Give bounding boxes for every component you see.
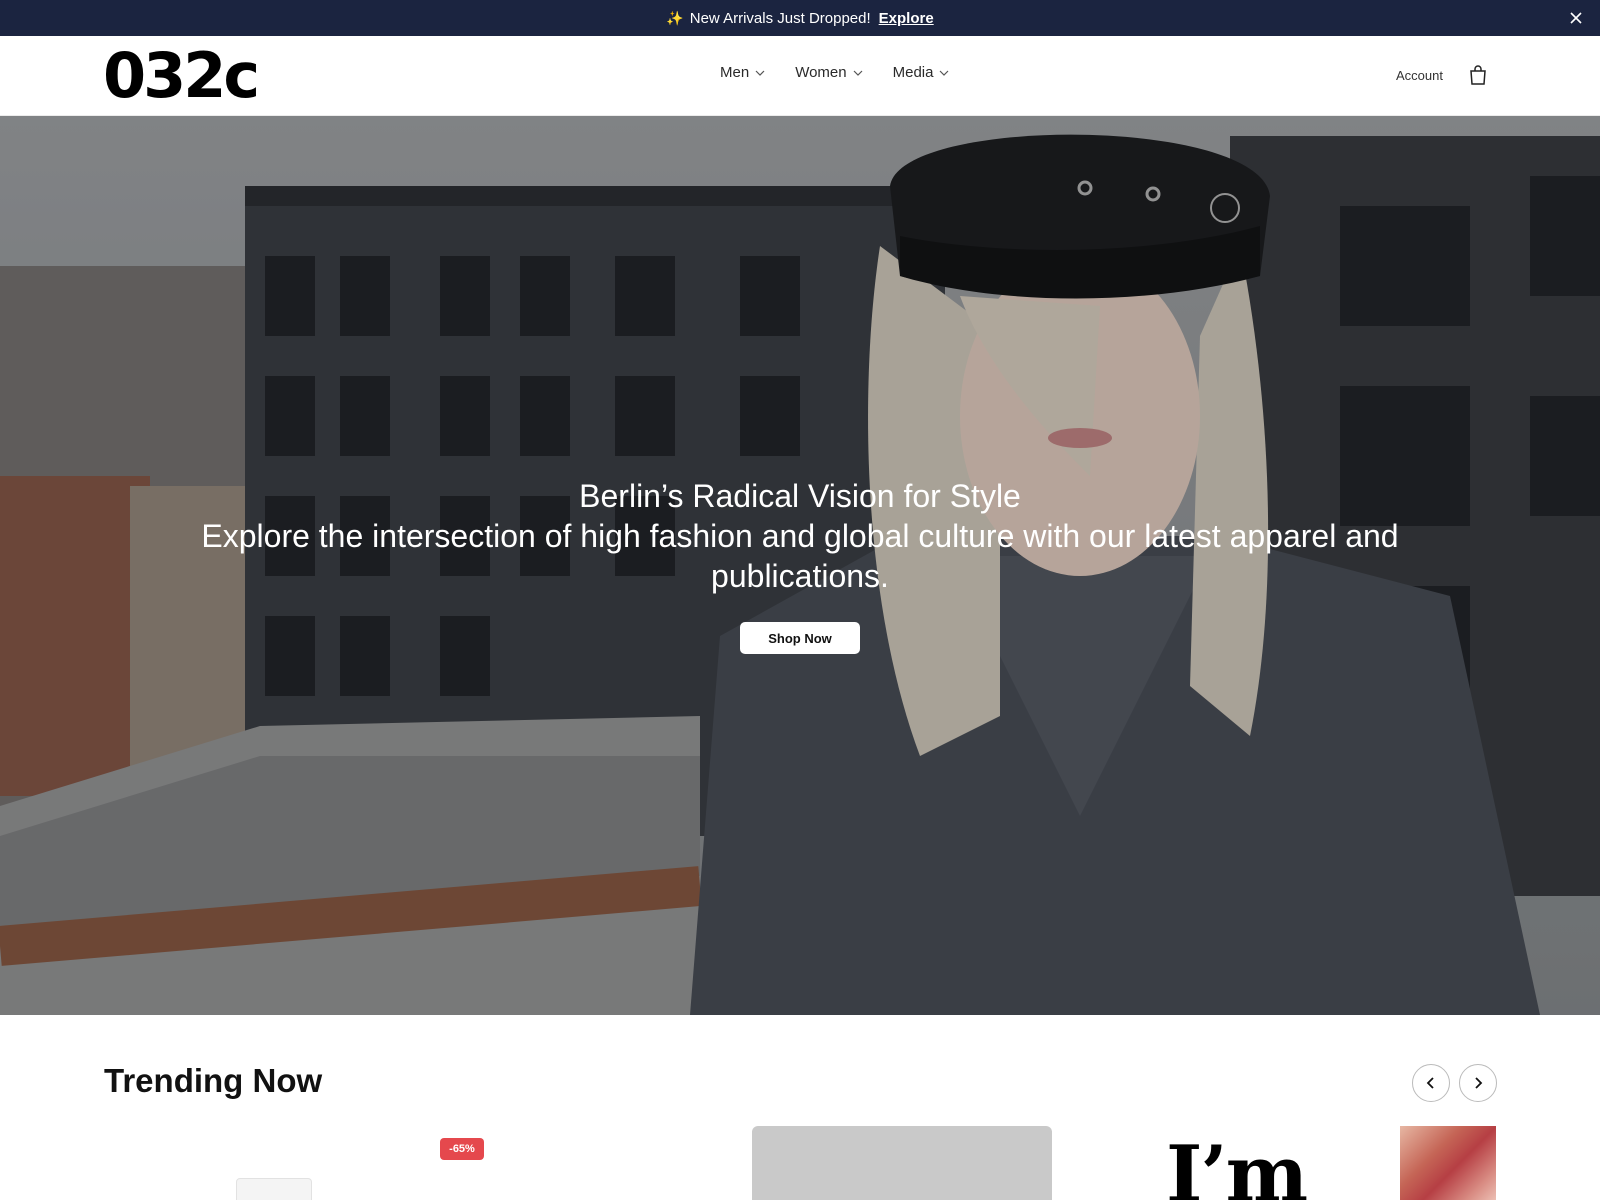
account-link[interactable]: Account xyxy=(1396,68,1443,83)
carousel-prev-button[interactable] xyxy=(1412,1064,1450,1102)
product-card[interactable] xyxy=(1400,1126,1496,1200)
product-carousel: -65% I’m xyxy=(104,1126,1496,1200)
product-image xyxy=(1400,1126,1496,1200)
product-card[interactable] xyxy=(752,1126,1052,1200)
chevron-right-icon xyxy=(1475,1077,1483,1089)
section-title: Trending Now xyxy=(104,1062,323,1099)
hero-subtitle: Explore the intersection of high fashion… xyxy=(201,518,1399,594)
shopping-bag-icon[interactable] xyxy=(1468,64,1488,86)
sparkle-icon: ✨ xyxy=(666,9,684,26)
product-image xyxy=(236,1178,312,1200)
close-icon[interactable] xyxy=(1566,8,1586,28)
main-nav: Men Women Media xyxy=(720,64,949,81)
nav-item-men[interactable]: Men xyxy=(720,64,765,81)
announcement-bar: ✨ New Arrivals Just Dropped! Explore xyxy=(0,0,1600,36)
chevron-left-icon xyxy=(1426,1077,1434,1089)
nav-item-label: Women xyxy=(795,64,847,81)
brand-logo[interactable]: 032c xyxy=(103,44,260,108)
explore-link[interactable]: Explore xyxy=(879,10,934,27)
nav-item-women[interactable]: Women xyxy=(795,64,863,81)
chevron-down-icon xyxy=(940,70,949,76)
nav-item-media[interactable]: Media xyxy=(893,64,950,81)
nav-item-label: Men xyxy=(720,64,750,81)
carousel-next-button[interactable] xyxy=(1459,1064,1497,1102)
nav-item-label: Media xyxy=(892,64,934,81)
hero-banner: Berlin’s Radical Vision for Style Explor… xyxy=(0,116,1600,1015)
announcement-text: New Arrivals Just Dropped! xyxy=(689,9,871,27)
hero-text: Berlin’s Radical Vision for Style Explor… xyxy=(0,476,1600,596)
hero-title: Berlin’s Radical Vision for Style xyxy=(579,478,1021,514)
product-image-text: I’m xyxy=(1166,1129,1308,1200)
product-card[interactable] xyxy=(104,1126,404,1200)
product-card[interactable]: -65% xyxy=(428,1126,728,1200)
chevron-down-icon xyxy=(853,70,863,76)
shop-now-button[interactable]: Shop Now xyxy=(740,622,860,654)
chevron-down-icon xyxy=(755,70,765,76)
product-card[interactable]: I’m xyxy=(1076,1126,1376,1200)
site-header: 032c Men Women Media Account xyxy=(0,36,1600,116)
sale-badge: -65% xyxy=(440,1138,484,1160)
